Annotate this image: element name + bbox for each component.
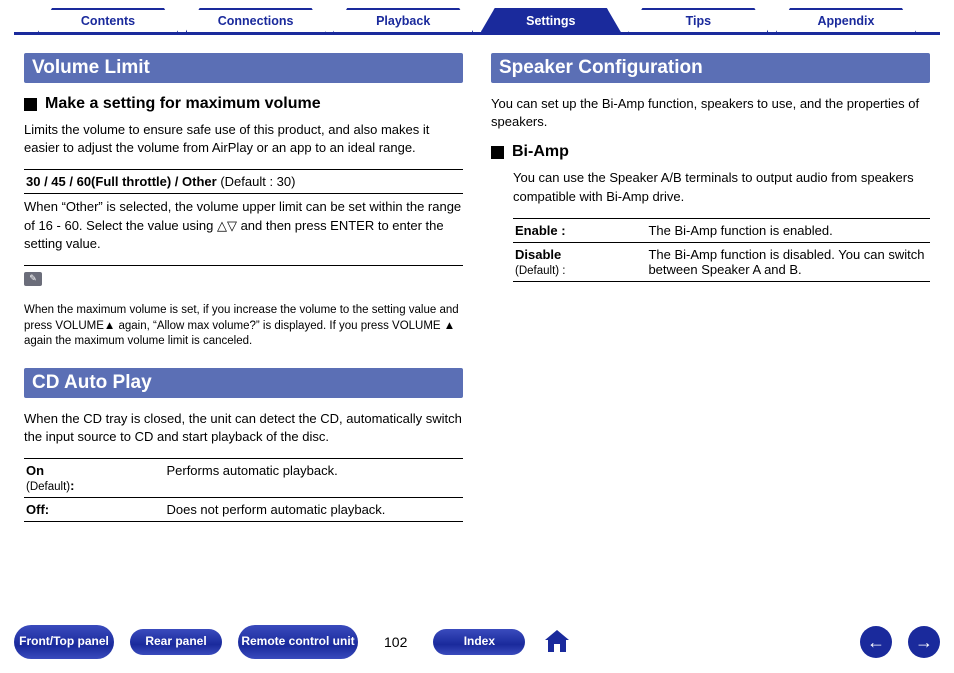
volume-limit-other-desc: When “Other” is selected, the volume upp…	[24, 198, 463, 253]
subheading-text: Bi-Amp	[512, 143, 569, 161]
option-value: The Bi-Amp function is disabled. You can…	[646, 242, 930, 281]
option-default: (Default)	[26, 481, 70, 493]
tab-playback[interactable]: Playback	[333, 8, 473, 32]
table-row: Disable (Default) : The Bi-Amp function …	[513, 242, 930, 281]
tab-connections[interactable]: Connections	[186, 8, 326, 32]
speaker-config-intro: You can set up the Bi-Amp function, spea…	[491, 95, 930, 131]
option-value: Performs automatic playback.	[164, 459, 463, 498]
volume-limit-note: When the maximum volume is set, if you i…	[24, 303, 463, 350]
cd-auto-play-intro: When the CD tray is closed, the unit can…	[24, 410, 463, 446]
tab-settings[interactable]: Settings	[481, 8, 621, 32]
tab-appendix[interactable]: Appendix	[776, 8, 916, 32]
bullet-square-icon	[491, 146, 504, 159]
bi-amp-intro: You can use the Speaker A/B terminals to…	[513, 169, 930, 205]
left-column: Volume Limit Make a setting for maximum …	[24, 45, 463, 522]
tab-tips[interactable]: Tips	[628, 8, 768, 32]
option-key: Off:	[26, 502, 49, 517]
subheading-text: Make a setting for maximum volume	[45, 95, 321, 113]
option-value: The Bi-Amp function is enabled.	[646, 218, 930, 242]
front-top-panel-button[interactable]: Front/Top panel	[14, 625, 114, 659]
options-bold: 30 / 45 / 60(Full throttle) / Other	[26, 174, 217, 189]
home-icon[interactable]	[541, 626, 573, 658]
option-value: Does not perform automatic playback.	[164, 498, 463, 522]
subheading-bi-amp: Bi-Amp	[491, 143, 930, 161]
tab-contents[interactable]: Contents	[38, 8, 178, 32]
pencil-note-icon: ✎	[24, 272, 42, 286]
rear-panel-button[interactable]: Rear panel	[130, 629, 222, 655]
option-key: Enable :	[515, 223, 566, 238]
table-row: Off: Does not perform automatic playback…	[24, 498, 463, 522]
page-number: 102	[374, 634, 417, 650]
next-page-icon[interactable]: →	[908, 626, 940, 658]
option-key: On	[26, 463, 44, 478]
bi-amp-table: Enable : The Bi-Amp function is enabled.…	[513, 218, 930, 282]
options-default: (Default : 30)	[217, 174, 296, 189]
footer: Front/Top panel Rear panel Remote contro…	[14, 625, 940, 659]
index-button[interactable]: Index	[433, 629, 525, 655]
cd-auto-play-table: On (Default): Performs automatic playbac…	[24, 458, 463, 522]
bullet-square-icon	[24, 98, 37, 111]
option-key: Disable	[515, 247, 561, 262]
section-title-cd-auto-play: CD Auto Play	[24, 368, 463, 398]
remote-control-button[interactable]: Remote control unit	[238, 625, 358, 659]
section-title-speaker-config: Speaker Configuration	[491, 53, 930, 83]
volume-limit-intro: Limits the volume to ensure safe use of …	[24, 121, 463, 157]
right-column: Speaker Configuration You can set up the…	[491, 45, 930, 522]
prev-page-icon[interactable]: ←	[860, 626, 892, 658]
nav-tabs: Contents Connections Playback Settings T…	[14, 8, 940, 35]
subheading-max-volume: Make a setting for maximum volume	[24, 95, 463, 113]
section-title-volume-limit: Volume Limit	[24, 53, 463, 83]
option-default: (Default) :	[515, 265, 566, 277]
table-row: On (Default): Performs automatic playbac…	[24, 459, 463, 498]
table-row: Enable : The Bi-Amp function is enabled.	[513, 218, 930, 242]
volume-limit-options: 30 / 45 / 60(Full throttle) / Other (Def…	[24, 170, 463, 193]
